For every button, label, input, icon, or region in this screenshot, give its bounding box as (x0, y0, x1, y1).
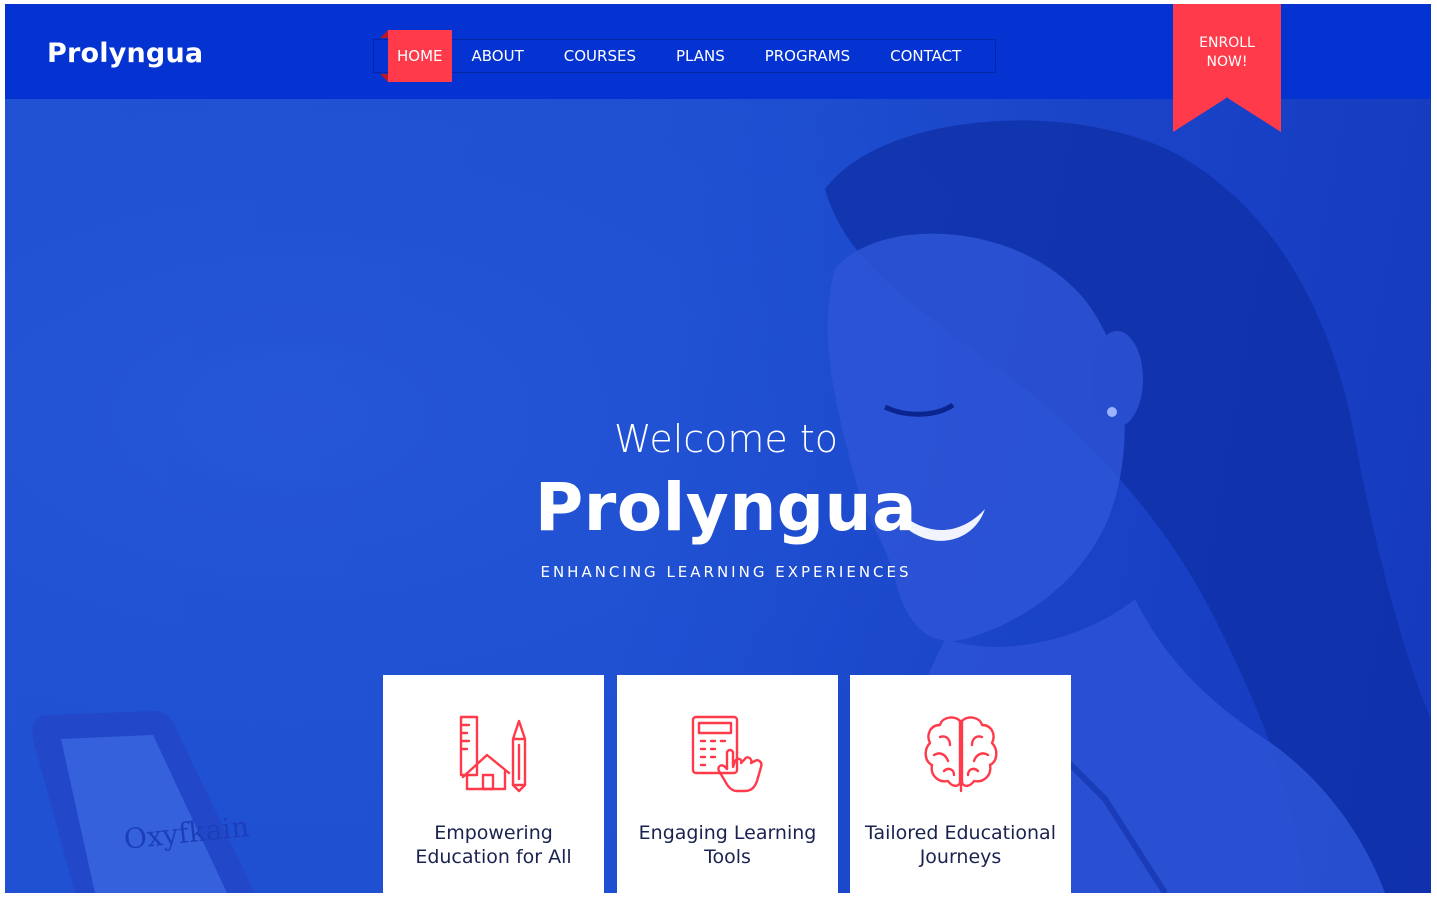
nav-item-plans[interactable]: PLANS (656, 39, 745, 73)
hero-section: Oxyfkain Welcome to Prolyngua ENHANCING … (5, 99, 1431, 893)
site-logo[interactable]: Prolyngua (47, 38, 203, 69)
nav-item-contact[interactable]: CONTACT (870, 39, 981, 73)
nav-item-home[interactable]: HOME (380, 30, 452, 82)
feature-line-1: Tailored Educational (865, 822, 1056, 844)
feature-card-engaging[interactable]: Engaging Learning Tools (617, 675, 838, 893)
hero-brand: Prolyngua (534, 469, 918, 546)
feature-line-2: Education for All (415, 846, 572, 868)
nav-item-courses[interactable]: COURSES (544, 39, 656, 73)
feature-label: Engaging Learning Tools (617, 821, 838, 869)
page: Prolyngua HOME ABOUT COURSES PLANS PROGR… (5, 4, 1431, 893)
calculator-touch-icon (691, 715, 763, 793)
hero-welcome: Welcome to (613, 417, 839, 461)
enroll-line-2: NOW! (1206, 54, 1248, 70)
feature-line-2: Tools (704, 846, 751, 868)
feature-line-1: Engaging Learning (638, 822, 817, 844)
feature-card-tailored[interactable]: Tailored Educational Journeys (850, 675, 1071, 893)
feature-card-empowering[interactable]: Empowering Education for All (383, 675, 604, 893)
nav-item-about[interactable]: ABOUT (452, 39, 544, 73)
architecture-tools-icon (459, 715, 527, 793)
feature-line-2: Journeys (919, 846, 1002, 868)
feature-label: Tailored Educational Journeys (850, 821, 1071, 869)
brain-icon (924, 716, 998, 793)
main-nav: HOME ABOUT COURSES PLANS PROGRAMS CONTAC… (373, 30, 997, 82)
feature-line-1: Empowering (434, 822, 553, 844)
enroll-line-1: ENROLL (1199, 35, 1255, 51)
feature-label: Empowering Education for All (383, 821, 604, 869)
nav-item-programs[interactable]: PROGRAMS (745, 39, 870, 73)
hero-tagline: ENHANCING LEARNING EXPERIENCES (540, 563, 912, 581)
